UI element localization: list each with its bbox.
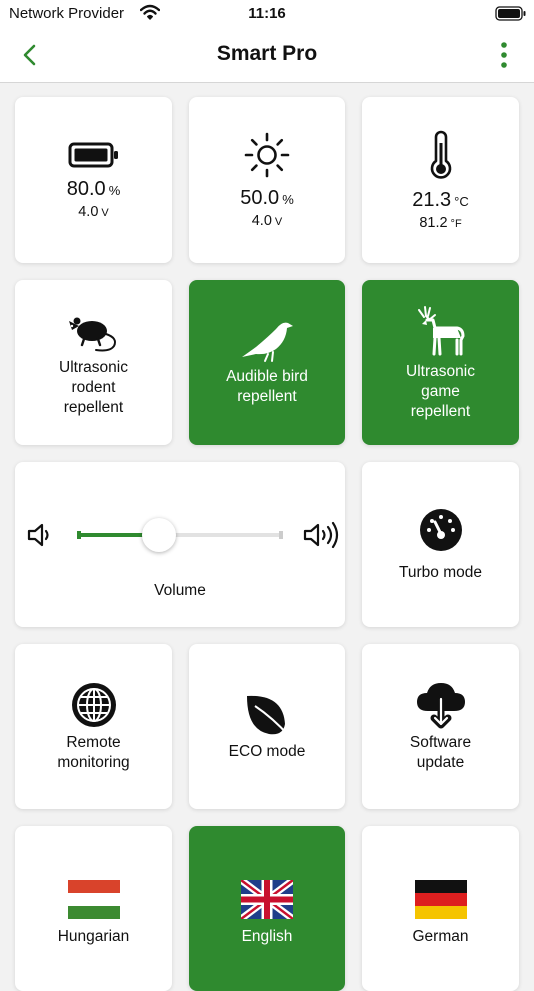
celsius-unit: °C <box>454 193 469 209</box>
volume-high-icon[interactable] <box>302 519 342 551</box>
speedometer-icon <box>419 508 462 551</box>
volume-max-tick <box>279 531 283 539</box>
rat-icon <box>68 317 116 351</box>
eco-mode-label: ECO mode <box>228 742 306 760</box>
fahrenheit-unit: °F <box>450 217 462 230</box>
status-bar: Network Provider 11:16 <box>0 0 534 28</box>
language-english-tile[interactable]: English <box>189 826 345 991</box>
thermometer-icon <box>430 130 451 179</box>
battery-voltage: 4.0 <box>78 203 99 220</box>
volume-slider[interactable] <box>77 518 283 552</box>
volume-label: Volume <box>154 582 206 599</box>
deer-icon <box>417 305 464 355</box>
bird-repellent-label: Audible bird repellent <box>226 367 308 405</box>
eco-mode-tile[interactable]: ECO mode <box>189 644 345 809</box>
volume-slider-thumb[interactable] <box>142 518 177 552</box>
temperature-fahrenheit: 81.2 <box>419 214 448 231</box>
language-label: English <box>241 928 293 945</box>
turbo-mode-label: Turbo mode <box>399 563 482 581</box>
remote-monitoring-tile[interactable]: Remote monitoring <box>15 644 172 809</box>
leaf-icon <box>247 695 290 737</box>
battery-voltage-unit: V <box>101 206 109 219</box>
cloud-download-icon <box>416 682 465 728</box>
germany-flag-icon <box>414 880 467 919</box>
volume-low-icon[interactable] <box>26 521 54 549</box>
game-repellent-tile[interactable]: Ultrasonic game repellent <box>362 280 519 445</box>
temperature-celsius: 21.3 <box>412 188 452 211</box>
rodent-repellent-label: Ultrasonic rodent repellent <box>59 358 128 416</box>
more-options-icon[interactable] <box>494 40 514 70</box>
battery-status-icon <box>495 6 526 21</box>
software-update-label: Software update <box>409 733 472 771</box>
solar-percent: 50.0 <box>240 186 280 209</box>
temperature-tile[interactable]: 21.3 °C 81.2 °F <box>362 97 519 263</box>
navigation-bar: Smart Pro <box>0 28 534 83</box>
sun-icon <box>244 132 290 177</box>
solar-tile[interactable]: 50.0% 4.0 V <box>189 97 345 263</box>
page-title: Smart Pro <box>216 42 318 65</box>
bird-icon <box>242 322 293 362</box>
volume-min-tick <box>77 531 81 539</box>
bird-repellent-tile[interactable]: Audible bird repellent <box>189 280 345 445</box>
solar-voltage-unit: V <box>274 215 283 228</box>
software-update-tile[interactable]: Software update <box>362 644 519 809</box>
game-repellent-label: Ultrasonic game repellent <box>406 362 475 420</box>
battery-icon <box>68 142 118 167</box>
solar-voltage: 4.0 <box>251 212 272 229</box>
rodent-repellent-tile[interactable]: Ultrasonic rodent repellent <box>15 280 172 445</box>
language-hungarian-tile[interactable]: Hungarian <box>15 826 172 991</box>
battery-percent: 80.0 <box>66 177 106 200</box>
language-german-tile[interactable]: German <box>362 826 519 991</box>
globe-icon <box>71 682 116 727</box>
language-label: Hungarian <box>57 928 130 945</box>
battery-percent-unit: % <box>108 182 121 198</box>
language-label: German <box>412 928 469 945</box>
remote-monitoring-label: Remote monitoring <box>57 733 130 771</box>
uk-flag-icon <box>241 880 293 919</box>
solar-percent-unit: % <box>282 191 294 207</box>
volume-tile: Volume <box>15 462 345 627</box>
battery-tile[interactable]: 80.0% 4.0 V <box>15 97 172 263</box>
clock: 11:16 <box>248 5 286 22</box>
hungary-flag-icon <box>67 880 120 919</box>
turbo-mode-tile[interactable]: Turbo mode <box>362 462 519 627</box>
